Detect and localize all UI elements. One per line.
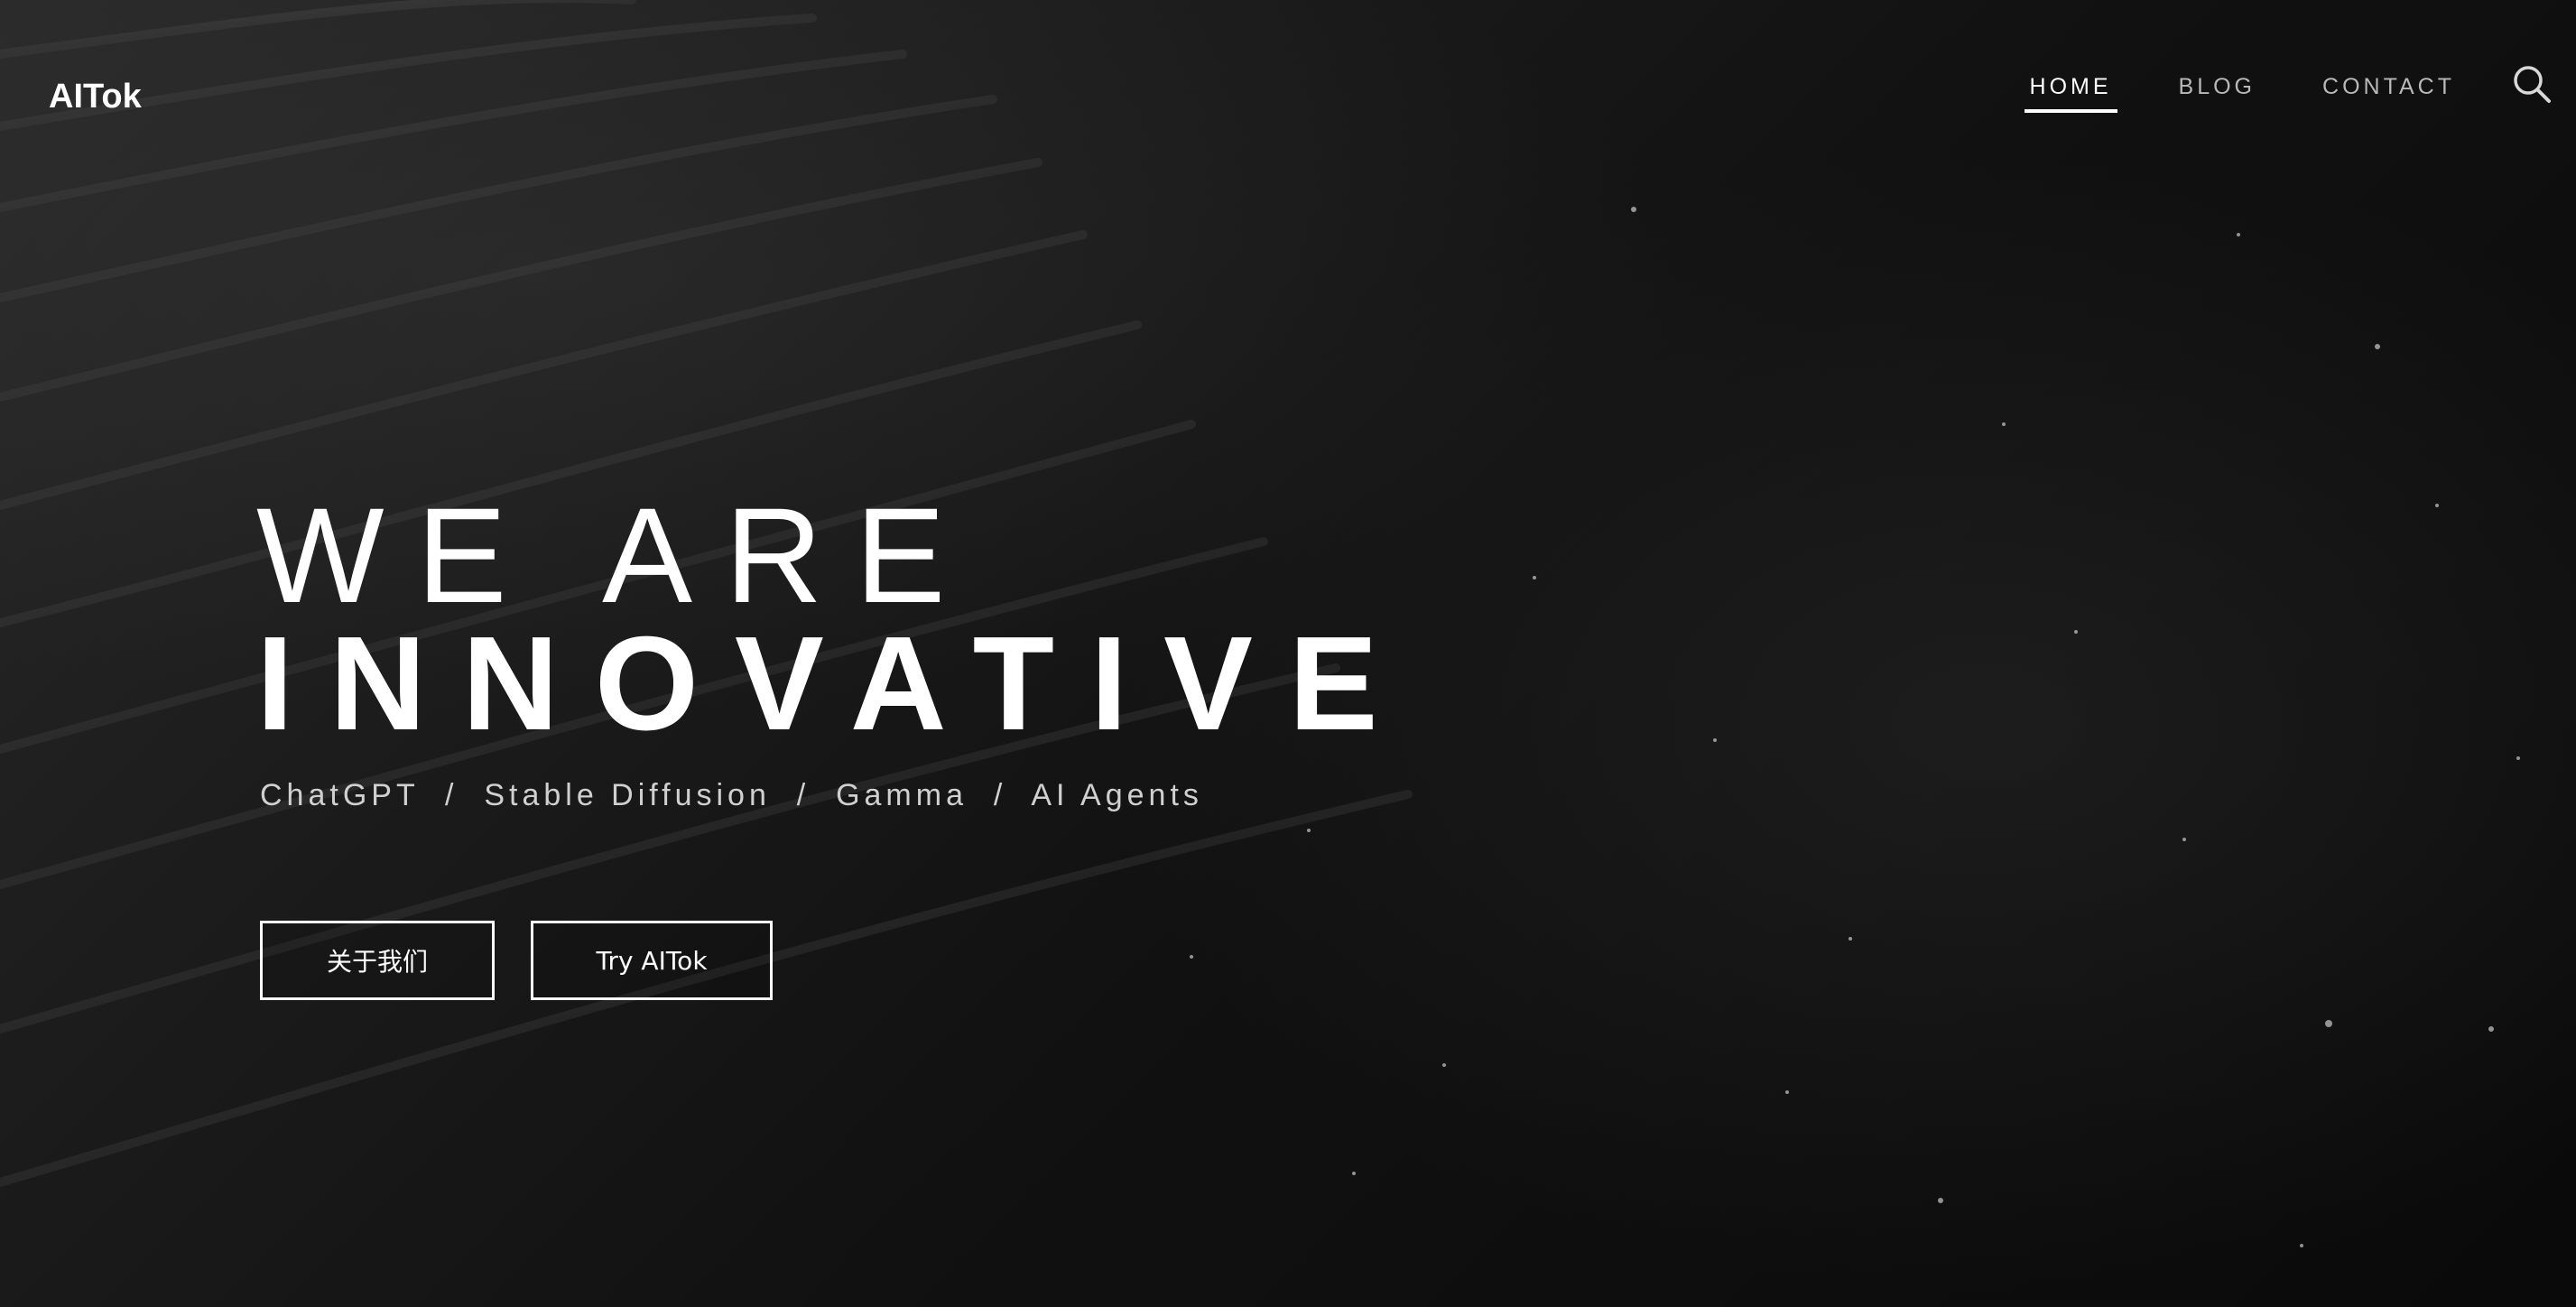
nav-item-blog[interactable]: BLOG [2173, 70, 2261, 111]
hero-heading-line2: INNOVATIVE [256, 609, 1414, 758]
nav-item-contact[interactable]: CONTACT [2317, 70, 2460, 111]
hero-heading-line1: WE ARE [256, 479, 978, 631]
try-aitok-button[interactable]: Try AITok [531, 921, 773, 1000]
nav-item-home[interactable]: HOME [2024, 70, 2117, 113]
site-logo[interactable]: AITok [49, 78, 142, 116]
hero-subtitle: ChatGPT / Stable Diffusion / Gamma / AI … [260, 778, 1203, 812]
about-us-button[interactable]: 关于我们 [260, 921, 495, 1000]
search-icon[interactable] [2511, 63, 2553, 105]
page: AITok HOME BLOG CONTACT WE ARE INNOVATIV… [0, 0, 2576, 1307]
main-nav: HOME BLOG CONTACT [2024, 70, 2460, 113]
